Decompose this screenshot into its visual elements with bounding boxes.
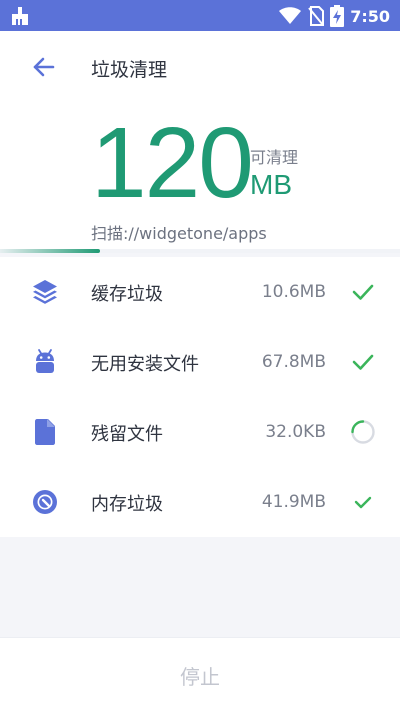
- scan-progress-fill: [0, 249, 100, 253]
- list-item-size: 67.8MB: [261, 352, 326, 372]
- header: 垃圾清理 120 可清理 MB 扫描://widgetone/apps: [0, 31, 400, 253]
- check-icon: [352, 354, 374, 370]
- check-icon: [352, 284, 374, 300]
- list-item-size: 41.9MB: [261, 492, 326, 512]
- list-item-unused-installers[interactable]: 无用安装文件 67.8MB: [0, 327, 400, 397]
- list-item-label: 内存垃圾: [91, 494, 163, 515]
- no-sim-icon: [308, 6, 325, 26]
- status-time: 7:50: [350, 6, 390, 26]
- list-item-label: 无用安装文件: [91, 354, 199, 375]
- layers-icon: [33, 280, 57, 304]
- file-icon: [35, 419, 55, 445]
- list-item-cache[interactable]: 缓存垃圾 10.6MB: [0, 257, 400, 327]
- list-item-size: 10.6MB: [261, 282, 326, 302]
- memory-icon: [33, 490, 57, 514]
- list-item-size: 32.0KB: [265, 422, 326, 442]
- scan-path: 扫描://widgetone/apps: [91, 224, 267, 243]
- list-item-memory[interactable]: 内存垃圾 41.9MB: [0, 467, 400, 537]
- cleanable-size-value: 120: [91, 107, 254, 219]
- cleaner-icon: [12, 7, 28, 25]
- cleanable-label: 可清理: [250, 148, 299, 167]
- battery-charging-icon: [330, 5, 345, 27]
- junk-category-list: 缓存垃圾 10.6MB 无用安装文件 67.8MB 残留文件 32.0KB 内存…: [0, 257, 400, 537]
- list-item-label: 缓存垃圾: [91, 284, 163, 305]
- cleanable-size-unit: MB: [250, 169, 292, 200]
- list-item-label: 残留文件: [91, 424, 163, 445]
- android-icon: [36, 349, 54, 373]
- list-item-residual-files[interactable]: 残留文件 32.0KB: [0, 397, 400, 467]
- scan-progress-bar: [0, 249, 400, 253]
- status-bar: 7:50: [0, 0, 400, 31]
- back-button[interactable]: [30, 53, 58, 81]
- check-icon: [354, 496, 372, 509]
- stop-button[interactable]: 停止: [0, 638, 400, 712]
- status-icons: 7:50: [272, 4, 390, 28]
- loading-spinner-icon: [351, 420, 375, 444]
- footer: 停止: [0, 637, 400, 712]
- arrow-left-icon: [33, 57, 55, 77]
- wifi-icon: [278, 7, 302, 25]
- page-title: 垃圾清理: [91, 59, 168, 81]
